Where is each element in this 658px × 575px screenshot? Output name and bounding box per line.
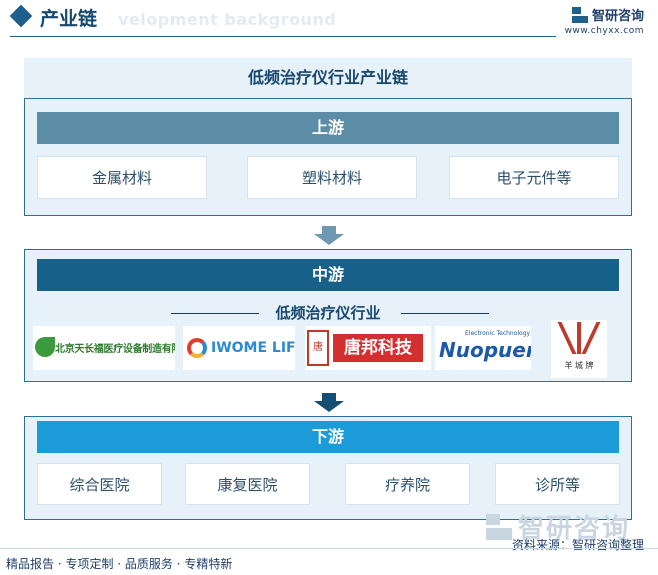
diagram-title: 低频治疗仪行业产业链 [247, 68, 408, 87]
page-title: 产业链 [40, 8, 98, 30]
brand-logo-icon [571, 6, 588, 23]
diamond-icon [9, 4, 33, 28]
midstream-subtitle-row: 低频治疗仪行业 [25, 303, 631, 323]
logo-nuopuen-subtext: Electronic Technology [465, 330, 531, 337]
midstream-subtitle: 低频治疗仪行业 [275, 304, 381, 322]
upstream-header: 上游 [37, 112, 619, 144]
brand-name: 智研咨询 [591, 9, 644, 24]
logo-iwome: IWOME LIFE [183, 326, 295, 370]
logo-tangbang: 唐邦 唐邦科技 [305, 326, 431, 370]
downstream-item: 综合医院 [37, 463, 162, 505]
leaf-icon [35, 337, 55, 357]
downstream-item: 康复医院 [185, 463, 310, 505]
source-note: 资料来源：智研咨询整理 [511, 538, 644, 552]
brand-url: www.chyxx.com [564, 26, 644, 36]
midstream-section: 中游 低频治疗仪行业 北京天长福医疗设备制造有限公司 IWOME LIFE 唐邦… [24, 249, 632, 382]
ring-icon [187, 338, 207, 358]
logo-iwome-text: IWOME LIFE [211, 340, 295, 356]
upstream-item: 金属材料 [37, 156, 207, 199]
midstream-header: 中游 [37, 259, 619, 291]
downstream-header: 下游 [37, 421, 619, 453]
downstream-item: 诊所等 [495, 463, 620, 505]
upstream-item: 塑料材料 [247, 156, 417, 199]
logo-yangcheng-text: 羊 城 牌 [564, 361, 594, 370]
down-arrow-icon [314, 393, 344, 413]
goat-mark-icon [557, 322, 601, 354]
logo-yangcheng: 羊 城 牌 [551, 320, 607, 378]
logo-nuopuen: Electronic Technology Nuopuen [435, 326, 531, 370]
ghost-text: velopment background [118, 10, 337, 29]
downstream-section: 下游 综合医院 康复医院 疗养院 诊所等 [24, 416, 632, 520]
downstream-item: 疗养院 [345, 463, 470, 505]
logo-tianchang: 北京天长福医疗设备制造有限公司 [33, 326, 175, 370]
upstream-item: 电子元件等 [449, 156, 619, 199]
footer-rule [0, 548, 658, 549]
down-arrow-icon [314, 226, 344, 246]
upstream-section: 上游 金属材料 塑料材料 电子元件等 [24, 98, 632, 216]
footer: 资料来源：智研咨询整理 精品报告 · 专项定制 · 品质服务 · 专精特新 [0, 538, 658, 575]
logo-nuopuen-text: Nuopuen [439, 338, 531, 362]
seal-icon: 唐邦 [307, 330, 329, 366]
watermark-logo-icon [485, 513, 512, 540]
footer-slogan: 精品报告 · 专项定制 · 品质服务 · 专精特新 [6, 557, 233, 571]
header: 产业链 velopment background [0, 0, 658, 40]
logo-tianchang-text: 北京天长福医疗设备制造有限公司 [55, 344, 175, 355]
logo-tangbang-text: 唐邦科技 [333, 334, 423, 362]
header-rule [10, 36, 556, 37]
diagram-title-band: 低频治疗仪行业产业链 [24, 58, 632, 98]
brand: 智研咨询 www.chyxx.com [565, 5, 644, 36]
